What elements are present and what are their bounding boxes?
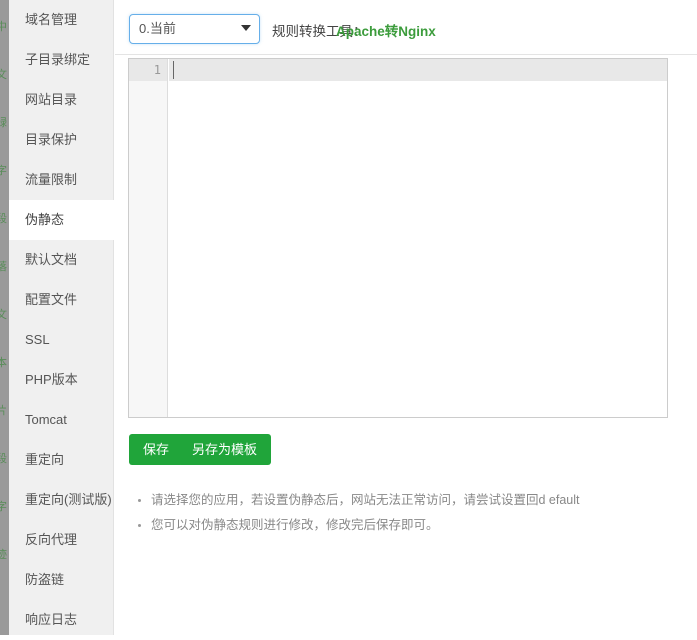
sidebar-item-8[interactable]: 配置文件 [9, 280, 114, 320]
edge-text-fragment: 文 [0, 69, 7, 81]
sidebar-menu: 域名管理子目录绑定网站目录目录保护流量限制伪静态默认文档配置文件 SSL PHP版本… [9, 0, 114, 635]
edge-text-fragment: 中 [0, 21, 7, 33]
code-editor[interactable]: 1 [128, 58, 668, 418]
sidebar-item-label: 目录保护 [25, 132, 78, 147]
rewrite-rule-select[interactable]: 0.当前 [129, 14, 260, 44]
sidebar-item-2[interactable]: 子目录绑定 [9, 40, 114, 80]
edge-text-fragment: 字 [0, 165, 7, 177]
text-cursor [173, 61, 174, 79]
sidebar-item-label: 默认文档 [25, 252, 78, 267]
sidebar-item-label: 配置文件 [25, 292, 78, 307]
sidebar-item-label: 网站目录 [25, 92, 78, 107]
sidebar-item-label: 域名管理 [25, 12, 78, 27]
edge-text-fragment: 迹 [0, 549, 7, 561]
sidebar-item-label: 流量限制 [25, 172, 78, 187]
sidebar-item-label: 防盗链 [25, 572, 65, 587]
main-content: 0.当前 规则转换工具： Apache转Nginx 1 保存 另存为模板 请选择… [115, 0, 697, 635]
sidebar-item-15[interactable]: 防盗链 [9, 560, 114, 600]
editor-text-area[interactable] [169, 59, 667, 417]
edge-text-fragment: 文 [0, 309, 7, 321]
sidebar-item-label: 伪静态 [25, 212, 65, 227]
help-text-list: 请选择您的应用，若设置伪静态后，网站无法正常访问，请尝试设置回d efault 您… [129, 488, 691, 538]
save-button[interactable]: 保存 [129, 434, 184, 465]
edge-text-fragment: 片 [0, 405, 7, 417]
edge-text-fragment: 字 [0, 501, 7, 513]
sidebar-item-label: PHP版本 [25, 372, 78, 387]
help-text-item: 请选择您的应用，若设置伪静态后，网站无法正常访问，请尝试设置回d efault [138, 488, 691, 513]
sidebar-item-10[interactable]: PHP版本 [9, 360, 114, 400]
sidebar-item-16[interactable]: 响应日志 [9, 600, 114, 640]
edge-text-fragment: 落 [0, 261, 7, 273]
help-text-item: 您可以对伪静态规则进行修改，修改完后保存即可。 [138, 513, 691, 538]
sidebar-item-6[interactable]: 伪静态 [9, 200, 114, 240]
sidebar-item-4[interactable]: 目录保护 [9, 120, 114, 160]
apache-to-nginx-link[interactable]: Apache转Nginx [336, 20, 436, 40]
sidebar-item-label: 响应日志 [25, 612, 78, 627]
sidebar-item-11[interactable]: Tomcat [9, 400, 114, 440]
sidebar-item-7[interactable]: 默认文档 [9, 240, 114, 280]
edge-text-fragment: 本 [0, 357, 7, 369]
sidebar-item-label: 重定向(测试版) [25, 492, 112, 507]
sidebar-item-label: 反向代理 [25, 532, 78, 547]
sidebar-item-12[interactable]: 重定向 [9, 440, 114, 480]
toolbar: 0.当前 规则转换工具： Apache转Nginx [115, 0, 697, 55]
sidebar-item-14[interactable]: 反向代理 [9, 520, 114, 560]
sidebar-item-13[interactable]: 重定向(测试版) [9, 480, 114, 520]
save-as-template-button[interactable]: 另存为模板 [178, 434, 272, 465]
sidebar-item-label: 子目录绑定 [25, 52, 91, 67]
sidebar-item-9[interactable]: SSL [9, 320, 114, 360]
edge-text-fragment: 段 [0, 213, 7, 225]
page-left-edge-strip: 中文绿字段落文本片段字迹 [0, 0, 9, 635]
sidebar-item-label: SSL [25, 332, 50, 347]
edge-text-fragment: 段 [0, 453, 7, 465]
editor-line-number-gutter: 1 [129, 59, 168, 417]
sidebar-item-label: Tomcat [25, 412, 67, 427]
sidebar-item-5[interactable]: 流量限制 [9, 160, 114, 200]
sidebar-item-1[interactable]: 域名管理 [9, 0, 114, 40]
sidebar-item-label: 重定向 [25, 452, 65, 467]
editor-line-number: 1 [153, 63, 161, 77]
sidebar-item-3[interactable]: 网站目录 [9, 80, 114, 120]
edge-text-fragment: 绿 [0, 117, 7, 129]
